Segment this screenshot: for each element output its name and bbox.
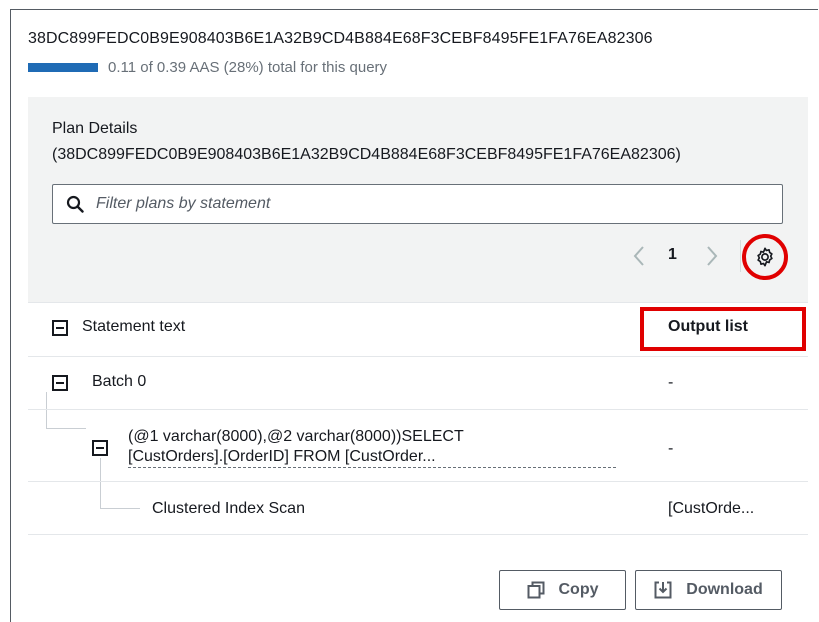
- output-value: -: [668, 374, 674, 391]
- download-label: Download: [686, 581, 763, 598]
- statement-link[interactable]: (@1 varchar(8000),@2 varchar(8000))SELEC…: [128, 427, 616, 468]
- plan-details-title: Plan Details: [52, 120, 138, 137]
- pager-divider: [740, 240, 741, 272]
- collapse-statement-toggle[interactable]: [92, 440, 108, 456]
- plan-id: (38DC899FEDC0B9E908403B6E1A32B9CD4B884E6…: [52, 146, 681, 163]
- tree-line: [100, 508, 140, 509]
- statement-text: Clustered Index Scan: [152, 500, 305, 517]
- header-bottom-border: [28, 356, 808, 357]
- statement-line-1: (@1 varchar(8000),@2 varchar(8000))SELEC…: [128, 428, 464, 445]
- chevron-right-icon[interactable]: [703, 244, 721, 268]
- search-icon: [66, 195, 84, 213]
- filter-plans-field[interactable]: [52, 184, 783, 224]
- tree-line: [100, 458, 101, 508]
- column-header-statement: Statement text: [82, 318, 186, 335]
- aas-summary: 0.11 of 0.39 AAS (28%) total for this qu…: [108, 59, 388, 76]
- row-divider: [28, 409, 808, 410]
- output-value: [CustOrde...: [668, 500, 755, 517]
- column-header-output[interactable]: Output list: [668, 318, 748, 336]
- gear-icon[interactable]: [754, 246, 776, 268]
- table-top-border: [28, 302, 808, 303]
- tree-line: [46, 428, 86, 429]
- tree-line: [46, 392, 47, 428]
- copy-icon: [527, 581, 544, 599]
- copy-label: Copy: [558, 581, 599, 598]
- chevron-left-icon[interactable]: [630, 244, 648, 268]
- download-icon: [654, 581, 672, 599]
- output-value: -: [668, 440, 674, 457]
- collapse-batch-toggle[interactable]: [52, 375, 68, 391]
- query-id: 38DC899FEDC0B9E908403B6E1A32B9CD4B884E68…: [28, 30, 653, 47]
- copy-button[interactable]: Copy: [499, 570, 626, 610]
- aas-progress-bar: [28, 63, 98, 72]
- download-button[interactable]: Download: [635, 570, 782, 610]
- collapse-all-toggle[interactable]: [52, 320, 68, 336]
- page-number[interactable]: 1: [668, 246, 677, 264]
- filter-plans-input[interactable]: [94, 194, 698, 214]
- statement-text: Batch 0: [92, 373, 147, 390]
- statement-line-2: [CustOrders].[OrderID] FROM [CustOrder..…: [128, 447, 616, 468]
- aas-progress-fill: [28, 63, 98, 72]
- row-divider: [28, 534, 808, 535]
- row-divider: [28, 481, 808, 482]
